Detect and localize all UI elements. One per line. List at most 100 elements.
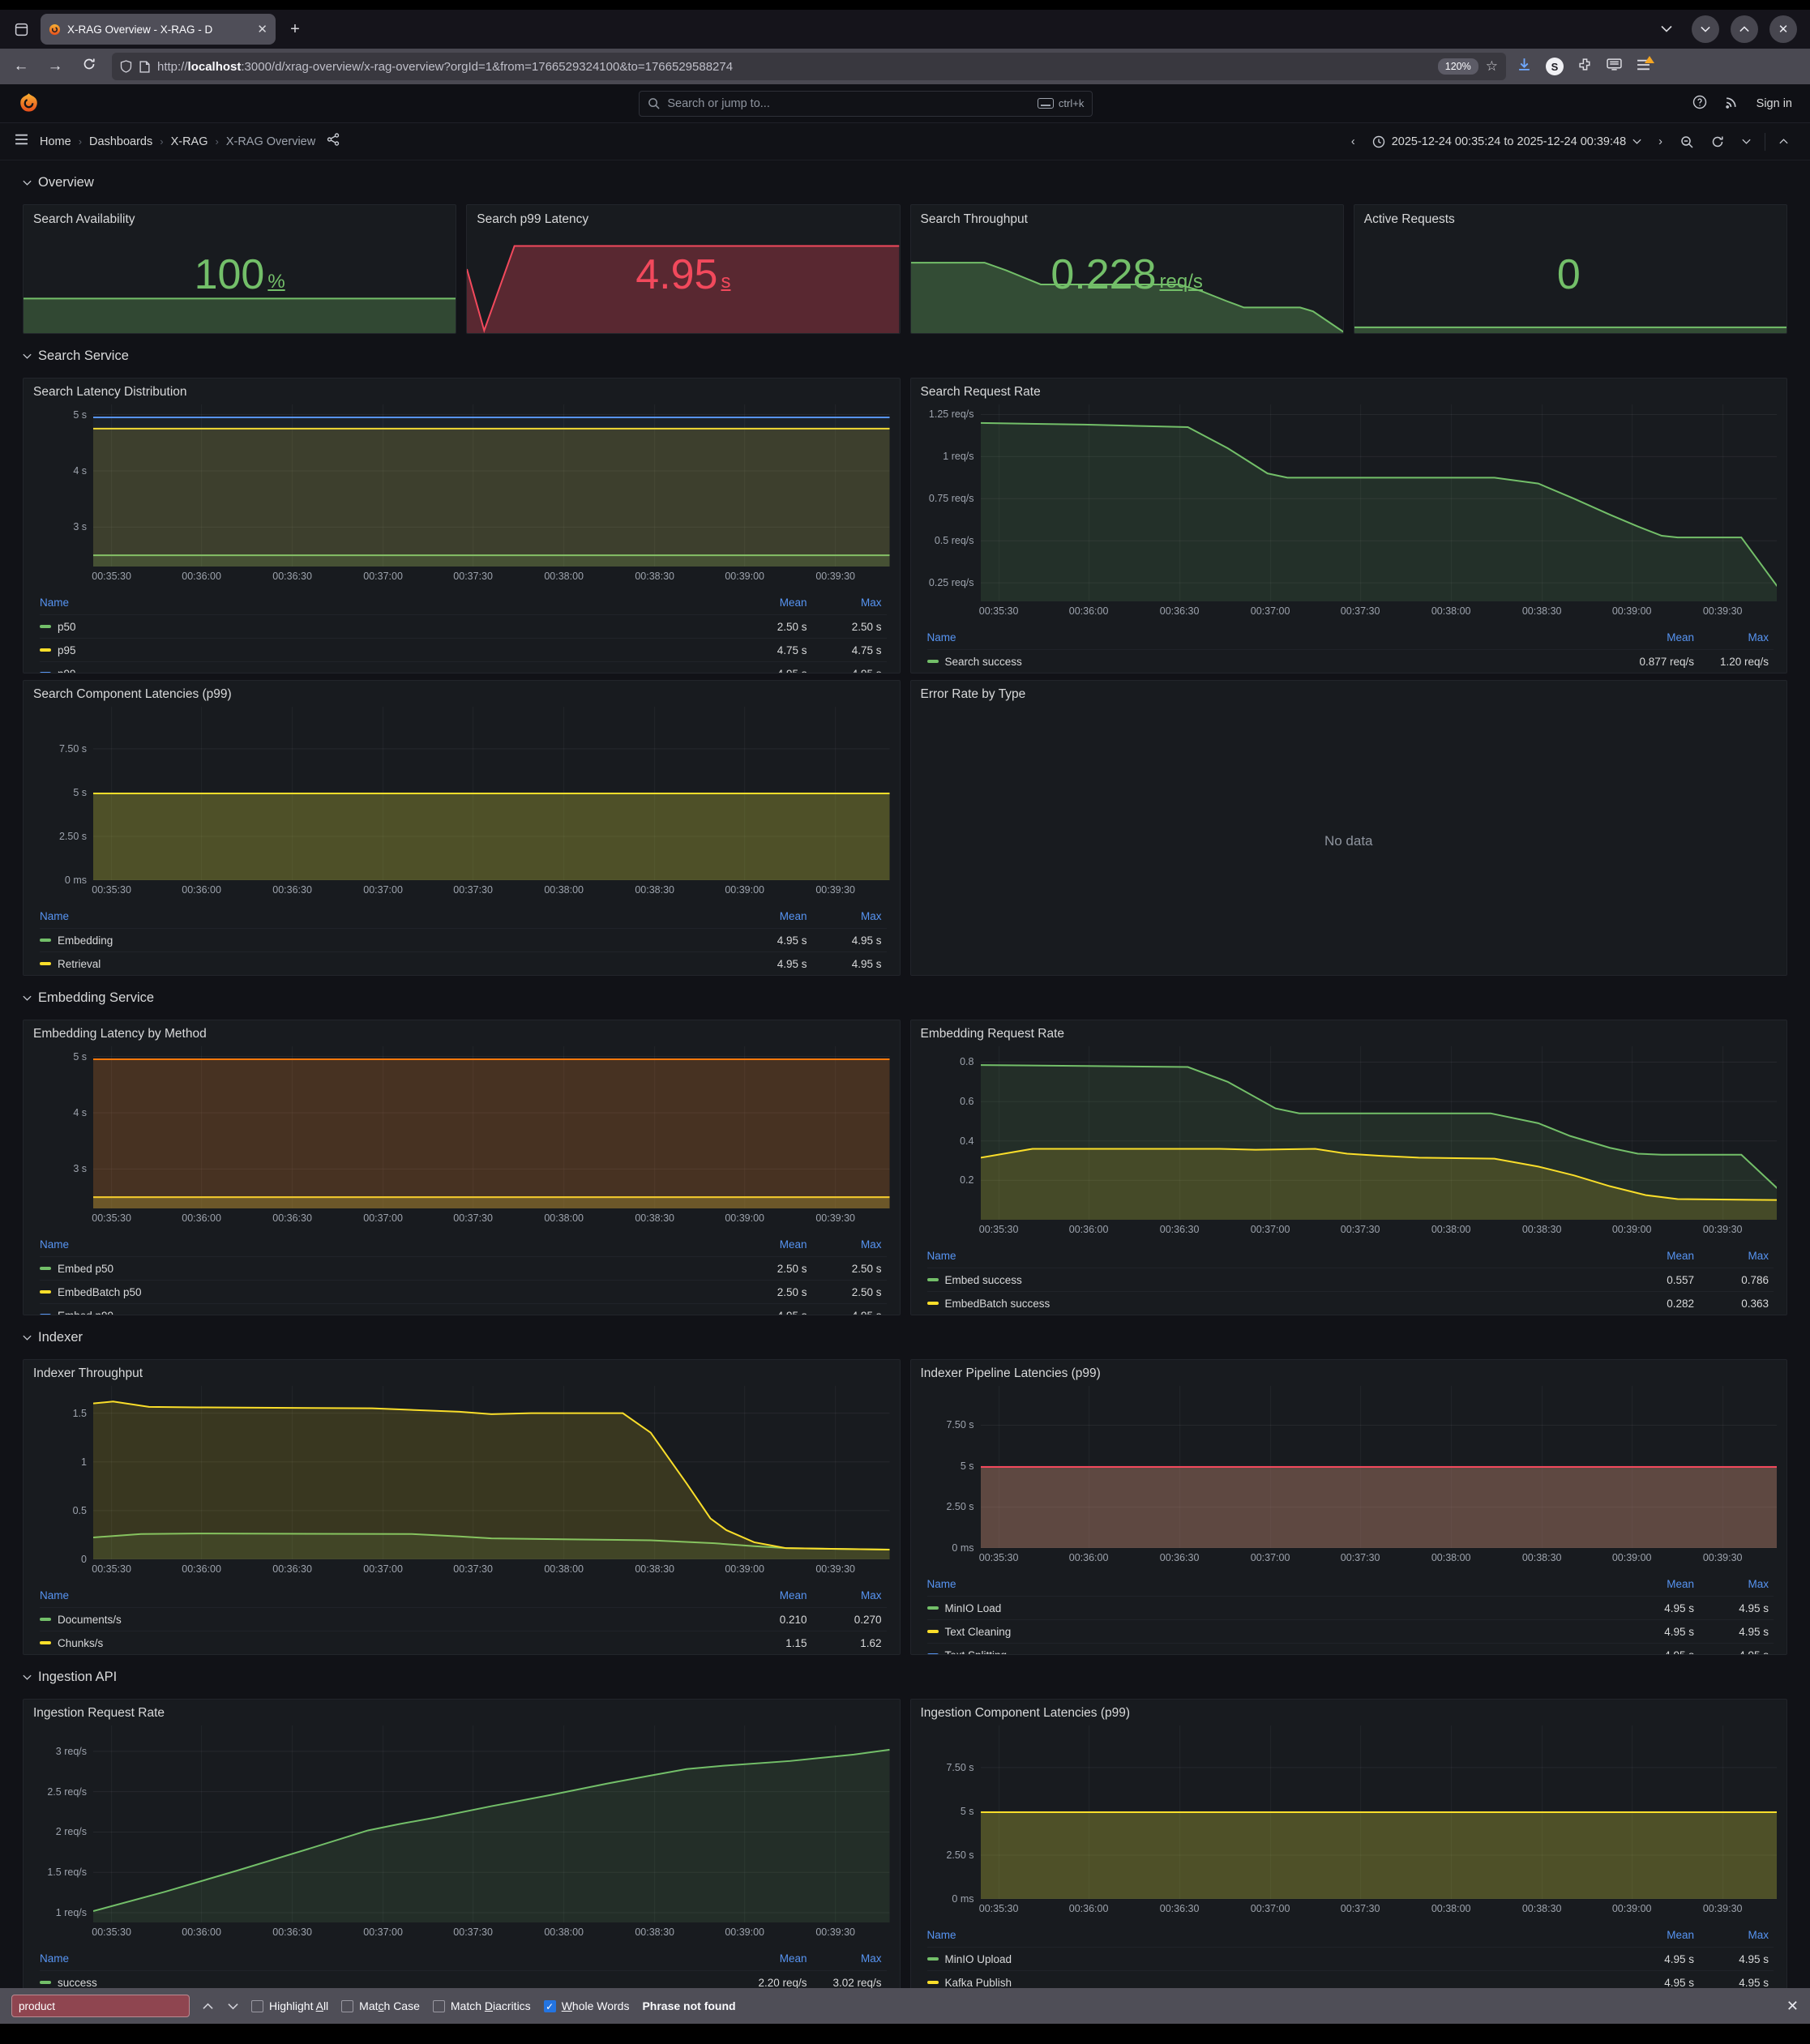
new-tab-button[interactable]: + <box>282 16 308 42</box>
legend[interactable]: NameMeanMaxEmbed success0.5570.786EmbedB… <box>921 1241 1778 1315</box>
collapse-controls-icon[interactable] <box>1772 135 1795 148</box>
legend-row[interactable]: Search success0.877 req/s1.20 req/s <box>927 649 1774 673</box>
legend-col-mean[interactable]: Mean <box>715 1238 812 1251</box>
legend-col-mean[interactable]: Mean <box>715 597 812 609</box>
url-bar[interactable]: http://localhost:3000/d/xrag-overview/x-… <box>112 53 1506 80</box>
refresh-interval-chevron-icon[interactable] <box>1735 135 1758 148</box>
legend-col-max[interactable]: Max <box>812 910 887 922</box>
page-info-icon[interactable] <box>139 61 150 73</box>
downloads-icon[interactable] <box>1517 58 1531 75</box>
legend-row[interactable]: Text Cleaning4.95 s4.95 s <box>927 1619 1774 1643</box>
zoom-out-icon[interactable] <box>1673 132 1701 152</box>
row-ingestion-api[interactable]: Ingestion API <box>23 1661 1787 1692</box>
sign-in-link[interactable]: Sign in <box>1757 97 1792 110</box>
time-range-picker[interactable]: 2025-12-24 00:35:24 to 2025-12-24 00:39:… <box>1366 131 1648 152</box>
row-search-service[interactable]: Search Service <box>23 340 1787 371</box>
match-case-checkbox[interactable]: Match Case <box>341 1999 420 2012</box>
breadcrumb-home[interactable]: Home <box>40 135 71 148</box>
legend-row[interactable]: p954.75 s4.75 s <box>40 638 887 661</box>
legend-row[interactable]: success2.20 req/s3.02 req/s <box>40 1970 887 1988</box>
tab-close-icon[interactable]: ✕ <box>257 22 267 36</box>
list-all-tabs-icon[interactable] <box>1661 22 1672 36</box>
legend-row[interactable]: EmbedBatch success0.2820.363 <box>927 1291 1774 1315</box>
legend-col-name[interactable]: Name <box>40 910 715 922</box>
legend-col-max[interactable]: Max <box>812 1952 887 1965</box>
refresh-icon[interactable] <box>1704 132 1731 152</box>
legend-row[interactable]: MinIO Upload4.95 s4.95 s <box>927 1947 1774 1970</box>
breadcrumb-folder[interactable]: X-RAG <box>171 135 208 148</box>
legend[interactable]: NameMeanMax Embed p502.50 s2.50 sEmbedBat… <box>33 1229 890 1315</box>
legend-col-max[interactable]: Max <box>812 1589 887 1601</box>
share-icon[interactable] <box>327 133 340 150</box>
legend-col-name[interactable]: Name <box>927 1929 1602 1941</box>
legend[interactable]: NameMeanMaxSearch success0.877 req/s1.20… <box>921 622 1778 673</box>
time-forward-icon[interactable]: › <box>1651 132 1670 152</box>
legend-col-name[interactable]: Name <box>927 631 1602 644</box>
panel-indexer-pipeline-latencies[interactable]: Indexer Pipeline Latencies (p99) 0 ms2.5… <box>910 1359 1788 1655</box>
legend-col-mean[interactable]: Mean <box>1602 1578 1699 1590</box>
legend-col-name[interactable]: Name <box>40 1589 715 1601</box>
legend-row[interactable]: Embed success0.5570.786 <box>927 1268 1774 1291</box>
panel-indexer-throughput[interactable]: Indexer Throughput 00.511.500:35:3000:36… <box>23 1359 901 1655</box>
panel-ingestion-request-rate[interactable]: Ingestion Request Rate 1 req/s1.5 req/s2… <box>23 1699 901 1988</box>
legend[interactable]: NameMeanMaxsuccess2.20 req/s3.02 req/s <box>33 1944 890 1988</box>
minimize-button[interactable] <box>1692 15 1719 43</box>
zoom-level-badge[interactable]: 120% <box>1438 58 1478 75</box>
find-previous-icon[interactable] <box>203 2000 213 2012</box>
forward-button[interactable]: → <box>44 58 66 75</box>
maximize-button[interactable] <box>1731 15 1758 43</box>
panel-error-rate-by-type[interactable]: Error Rate by Type No data <box>910 680 1788 976</box>
legend-col-name[interactable]: Name <box>927 1578 1602 1590</box>
legend-col-mean[interactable]: Mean <box>715 910 812 922</box>
find-close-icon[interactable]: ✕ <box>1786 1998 1799 2015</box>
legend[interactable]: NameMeanMax MinIO Load4.95 s4.95 sText Cl… <box>921 1569 1778 1655</box>
legend[interactable]: NameMeanMaxEmbedding4.95 s4.95 sRetrieva… <box>33 901 890 975</box>
screenshot-tool-icon[interactable] <box>1607 58 1622 75</box>
find-input[interactable] <box>11 1995 190 2017</box>
reload-button[interactable] <box>78 58 101 75</box>
close-window-button[interactable]: ✕ <box>1769 15 1797 43</box>
browser-tab[interactable]: X-RAG Overview - X-RAG - D ✕ <box>41 14 276 45</box>
row-embedding-service[interactable]: Embedding Service <box>23 982 1787 1013</box>
grafana-logo[interactable] <box>18 92 40 114</box>
row-overview[interactable]: Overview <box>23 167 1787 198</box>
extensions-puzzle-icon[interactable] <box>1578 58 1592 75</box>
breadcrumb-dashboards[interactable]: Dashboards <box>89 135 152 148</box>
match-diacritics-checkbox[interactable]: Match Diacritics <box>433 1999 531 2012</box>
help-icon[interactable] <box>1692 95 1707 113</box>
legend-col-name[interactable]: Name <box>40 1238 715 1251</box>
url-text[interactable]: http://localhost:3000/d/xrag-overview/x-… <box>157 60 1431 74</box>
legend-row[interactable]: MinIO Load4.95 s4.95 s <box>927 1596 1774 1619</box>
legend-row[interactable]: Kafka Publish4.95 s4.95 s <box>927 1970 1774 1988</box>
legend-col-max[interactable]: Max <box>1699 631 1774 644</box>
legend-row[interactable]: EmbedBatch p502.50 s2.50 s <box>40 1280 887 1303</box>
legend-col-max[interactable]: Max <box>1699 1578 1774 1590</box>
legend-col-max[interactable]: Max <box>812 597 887 609</box>
legend-row[interactable]: Embed p994.95 s4.95 s <box>40 1303 887 1315</box>
legend-col-mean[interactable]: Mean <box>715 1589 812 1601</box>
legend-row[interactable]: Embed p502.50 s2.50 s <box>40 1256 887 1280</box>
panel-search-throughput[interactable]: Search Throughput 0.228req/s <box>910 204 1344 334</box>
highlight-all-checkbox[interactable]: Highlight All <box>251 1999 328 2012</box>
whole-words-checkbox[interactable]: Whole Words <box>544 1999 630 2012</box>
news-rss-icon[interactable] <box>1725 95 1739 112</box>
legend-col-max[interactable]: Max <box>812 1238 887 1251</box>
back-button[interactable]: ← <box>10 58 32 75</box>
firefox-view-icon[interactable] <box>8 16 34 42</box>
legend[interactable]: NameMeanMaxp502.50 s2.50 sp954.75 s4.75 … <box>33 588 890 673</box>
legend-col-mean[interactable]: Mean <box>1602 1929 1699 1941</box>
legend-row[interactable]: p994.95 s4.95 s <box>40 661 887 673</box>
legend-row[interactable]: Text Splitting4.95 s4.95 s <box>927 1643 1774 1655</box>
legend-row[interactable]: Retrieval4.95 s4.95 s <box>40 951 887 975</box>
panel-search-request-rate[interactable]: Search Request Rate 0.25 req/s0.5 req/s0… <box>910 378 1788 673</box>
panel-embedding-request-rate[interactable]: Embedding Request Rate 0.20.40.60.800:35… <box>910 1020 1788 1315</box>
panel-active-requests[interactable]: Active Requests 0 <box>1354 204 1787 334</box>
legend-col-max[interactable]: Max <box>1699 1929 1774 1941</box>
panel-search-component-latencies[interactable]: Search Component Latencies (p99) 0 ms2.5… <box>23 680 901 976</box>
legend-col-name[interactable]: Name <box>40 597 715 609</box>
find-next-icon[interactable] <box>228 2000 238 2012</box>
bookmark-star-icon[interactable]: ☆ <box>1486 58 1498 75</box>
extension-s-icon[interactable]: S <box>1546 58 1564 75</box>
legend-col-mean[interactable]: Mean <box>1602 1250 1699 1262</box>
legend[interactable]: NameMeanMaxDocuments/s0.2100.270Chunks/s… <box>33 1580 890 1654</box>
